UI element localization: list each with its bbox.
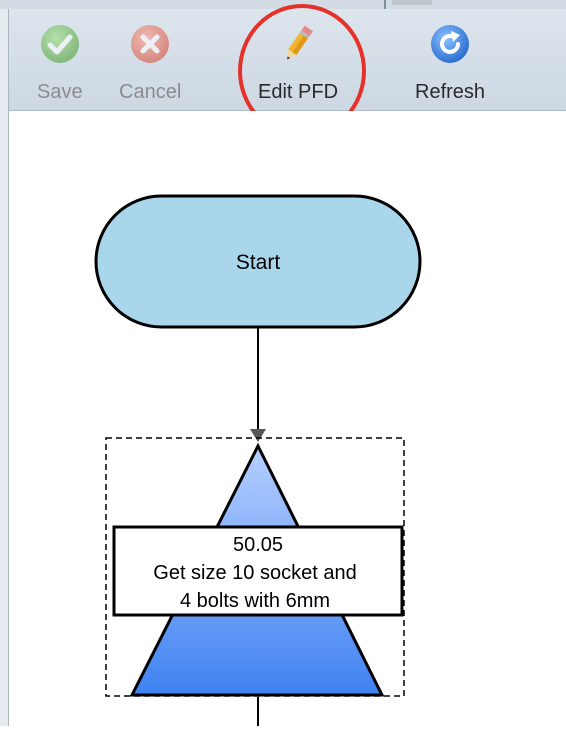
operation-text-line1: Get size 10 socket and [153,562,356,584]
refresh-icon [431,25,470,63]
cancel-label: Cancel [119,81,182,103]
check-icon [40,25,79,63]
refresh-label: Refresh [415,81,486,103]
operation-number: 50.05 [233,534,283,556]
cancel-button[interactable]: Cancel [119,23,181,104]
operation-text-line2: 4 bolts with 6mm [180,590,330,612]
save-button[interactable]: Save [37,23,83,104]
refresh-button[interactable]: Refresh [415,23,485,104]
start-label: Start [236,251,281,274]
save-label: Save [37,81,83,103]
tab-chip [392,0,432,5]
left-panel-edge [0,9,9,726]
tab-edge [384,0,386,9]
arrowhead-icon [250,429,266,442]
flowchart-svg: Start 50.05 Get size 10 socket and 4 bol… [94,194,422,726]
flowchart-canvas[interactable]: Start 50.05 Get size 10 socket and 4 bol… [9,111,566,726]
x-icon [131,25,170,63]
